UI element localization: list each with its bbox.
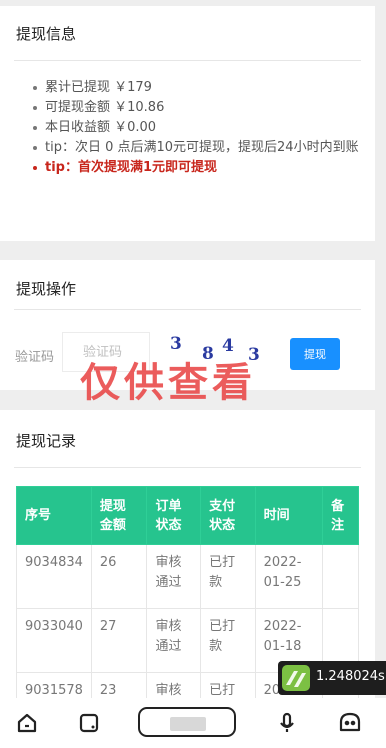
cell-amount: 27 <box>90 608 148 673</box>
withdraw-info-card: 提现信息 累计已提现 ￥179 可提现金额 ￥10.86 本日收益额 ￥0.00… <box>0 6 375 241</box>
divider <box>14 60 361 61</box>
withdraw-button[interactable]: 提现 <box>290 338 340 370</box>
cell-pay-status: 已打款 <box>200 544 256 609</box>
speed-app-icon <box>282 665 310 691</box>
cell-amount: 26 <box>90 544 148 609</box>
home-icon[interactable] <box>14 710 40 736</box>
home-pill-button[interactable] <box>138 707 236 737</box>
divider <box>14 309 361 310</box>
column-header-order-status: 订单状态 <box>146 486 202 545</box>
view-only-watermark: 仅供查看 <box>80 360 256 406</box>
column-header-pay-status: 支付状态 <box>200 486 256 545</box>
table-row: 9034834 26 审核通过 已打款 2022-01-25 <box>16 544 359 609</box>
today-earnings: 本日收益额 ￥0.00 <box>33 118 363 138</box>
column-header-id: 序号 <box>16 486 92 545</box>
withdraw-action-title: 提现操作 <box>16 280 77 298</box>
column-header-remark: 备注 <box>322 486 359 545</box>
speed-badge[interactable]: 1.248024s <box>278 661 386 695</box>
cell-id: 9034834 <box>16 544 92 609</box>
withdraw-info-title: 提现信息 <box>16 25 77 43</box>
withdraw-records-title: 提现记录 <box>16 432 77 450</box>
microphone-icon[interactable] <box>274 710 300 736</box>
withdraw-info-list: 累计已提现 ￥179 可提现金额 ￥10.86 本日收益额 ￥0.00 tip：… <box>33 78 363 178</box>
captcha-label: 验证码 <box>15 350 55 365</box>
pill-placeholder <box>170 717 206 731</box>
bottom-nav <box>0 698 386 748</box>
tip-withdraw-rule: tip：次日 0 点后满10元可提现，提现后24小时内到账 <box>33 138 363 158</box>
square-corner-icon[interactable] <box>76 710 102 736</box>
column-header-amount: 提现金额 <box>90 486 148 545</box>
cell-time: 2022-01-25 <box>254 544 324 609</box>
cell-order-status: 审核通过 <box>146 608 202 673</box>
total-withdrawn: 累计已提现 ￥179 <box>33 78 363 98</box>
column-header-time: 时间 <box>254 486 324 545</box>
available-amount: 可提现金额 ￥10.86 <box>33 98 363 118</box>
assistant-face-icon[interactable] <box>337 710 363 736</box>
cell-order-status: 审核通过 <box>146 544 202 609</box>
divider <box>14 467 361 468</box>
speed-value: 1.248024s <box>316 669 385 684</box>
tip-first-withdraw: tip：首次提现满1元即可提现 <box>33 158 363 178</box>
cell-pay-status: 已打款 <box>200 608 256 673</box>
table-header-row: 序号 提现金额 订单状态 支付状态 时间 备注 <box>16 486 359 545</box>
cell-id: 9033040 <box>16 608 92 673</box>
cell-remark <box>322 544 359 609</box>
